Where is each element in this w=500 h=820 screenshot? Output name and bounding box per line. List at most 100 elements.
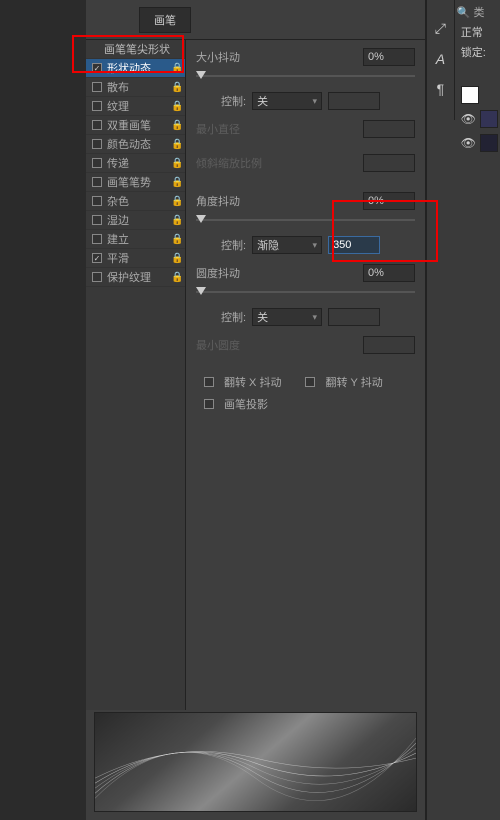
brush-preview bbox=[94, 712, 417, 812]
checkbox-icon[interactable] bbox=[92, 272, 102, 282]
option-label: 颜色动态 bbox=[107, 136, 171, 152]
lock-icon[interactable]: 🔒 bbox=[171, 82, 183, 93]
blend-mode-select[interactable]: 正常 bbox=[457, 24, 498, 40]
layer-thumbnail bbox=[480, 110, 498, 128]
option-noise[interactable]: 杂色 🔒 bbox=[86, 192, 185, 211]
checkbox-icon bbox=[204, 399, 214, 409]
lock-icon[interactable]: 🔒 bbox=[171, 215, 183, 226]
option-label: 杂色 bbox=[107, 193, 171, 209]
option-scatter[interactable]: 散布 🔒 bbox=[86, 78, 185, 97]
layer-thumbnail bbox=[480, 134, 498, 152]
option-wet-edges[interactable]: 湿边 🔒 bbox=[86, 211, 185, 230]
layer-row[interactable]: 👁 bbox=[457, 110, 498, 128]
tilt-scale-field bbox=[363, 154, 415, 172]
min-roundness-field bbox=[363, 336, 415, 354]
round-jitter-slider[interactable] bbox=[196, 284, 415, 298]
checkbox-icon bbox=[305, 377, 315, 387]
lock-icon[interactable]: 🔒 bbox=[171, 272, 183, 283]
layer-row[interactable] bbox=[457, 86, 498, 104]
flip-y-label: 翻转 Y 抖动 bbox=[325, 374, 382, 390]
option-label: 传递 bbox=[107, 155, 171, 171]
checkbox-icon[interactable] bbox=[92, 177, 102, 187]
option-label: 建立 bbox=[107, 231, 171, 247]
control-label: 控制: bbox=[221, 309, 246, 325]
lock-icon[interactable]: 🔒 bbox=[171, 120, 183, 131]
option-label: 平滑 bbox=[107, 250, 171, 266]
lock-icon[interactable]: 🔒 bbox=[171, 234, 183, 245]
round-jitter-row: 圆度抖动 bbox=[196, 264, 415, 282]
option-buildup[interactable]: 建立 🔒 bbox=[86, 230, 185, 249]
layer-row[interactable]: 👁 bbox=[457, 134, 498, 152]
brush-projection-label: 画笔投影 bbox=[224, 396, 268, 412]
option-brush-pose[interactable]: 画笔笔势 🔒 bbox=[86, 173, 185, 192]
option-label: 纹理 bbox=[107, 98, 171, 114]
brush-tab[interactable]: 画笔 bbox=[139, 7, 191, 33]
option-texture[interactable]: 纹理 🔒 bbox=[86, 97, 185, 116]
min-diameter-field bbox=[363, 120, 415, 138]
text-tool-icon[interactable]: A bbox=[436, 51, 445, 67]
checkbox-icon[interactable] bbox=[92, 101, 102, 111]
checkbox-icon[interactable] bbox=[92, 63, 102, 73]
round-control-row: 控制: 关 bbox=[196, 308, 415, 326]
option-label: 画笔笔势 bbox=[107, 174, 171, 190]
option-protect-texture[interactable]: 保护纹理 🔒 bbox=[86, 268, 185, 287]
angle-jitter-field[interactable] bbox=[363, 192, 415, 210]
angle-control-row: 控制: 渐隐 bbox=[196, 236, 415, 254]
option-label: 形状动态 bbox=[107, 60, 171, 76]
round-control-select[interactable]: 关 bbox=[252, 308, 322, 326]
brush-projection-checkbox[interactable]: 画笔投影 bbox=[204, 396, 268, 412]
checkbox-icon bbox=[204, 377, 214, 387]
eye-icon[interactable]: 👁 bbox=[461, 136, 476, 150]
checkbox-icon[interactable] bbox=[92, 158, 102, 168]
round-control-field bbox=[328, 308, 380, 326]
option-shape-dynamics[interactable]: 形状动态 🔒 bbox=[86, 59, 185, 78]
round-jitter-field[interactable] bbox=[363, 264, 415, 282]
shape-dynamics-settings: 大小抖动 控制: 关 最小直径 倾斜缩放比例 角度抖动 bbox=[186, 40, 425, 710]
lock-icon[interactable]: 🔒 bbox=[171, 196, 183, 207]
option-tip-shape[interactable]: 画笔笔尖形状 bbox=[86, 40, 185, 59]
tilt-scale-label: 倾斜缩放比例 bbox=[196, 155, 363, 171]
option-label: 双重画笔 bbox=[107, 117, 171, 133]
search-icon[interactable]: 🔍 bbox=[457, 6, 471, 19]
lock-icon[interactable]: 🔒 bbox=[171, 177, 183, 188]
option-transfer[interactable]: 传递 🔒 bbox=[86, 154, 185, 173]
checkbox-icon[interactable] bbox=[92, 82, 102, 92]
round-jitter-label: 圆度抖动 bbox=[196, 265, 363, 281]
checkbox-icon[interactable] bbox=[92, 120, 102, 130]
lock-icon[interactable]: 🔒 bbox=[171, 101, 183, 112]
brush-settings-panel: 画笔 画笔笔尖形状 形状动态 🔒 散布 🔒 纹理 🔒 bbox=[86, 0, 426, 820]
eye-icon[interactable]: 👁 bbox=[461, 112, 476, 126]
right-dock: ⤢ A ¶ 🔍 类 正常 锁定: 👁 👁 bbox=[426, 0, 500, 820]
min-diameter-label: 最小直径 bbox=[196, 121, 363, 137]
size-jitter-slider[interactable] bbox=[196, 68, 415, 82]
checkbox-icon[interactable] bbox=[92, 215, 102, 225]
lock-icon[interactable]: 🔒 bbox=[171, 139, 183, 150]
checkbox-icon[interactable] bbox=[92, 196, 102, 206]
paragraph-icon[interactable]: ¶ bbox=[437, 81, 445, 97]
layer-search-row: 🔍 类 bbox=[457, 4, 498, 20]
lock-icon[interactable]: 🔒 bbox=[171, 63, 183, 74]
canvas-background bbox=[0, 0, 86, 820]
checkbox-icon[interactable] bbox=[92, 139, 102, 149]
lock-icon[interactable]: 🔒 bbox=[171, 158, 183, 169]
checkbox-icon[interactable] bbox=[92, 253, 102, 263]
size-control-row: 控制: 关 bbox=[196, 92, 415, 110]
option-dual-brush[interactable]: 双重画笔 🔒 bbox=[86, 116, 185, 135]
min-roundness-label: 最小圆度 bbox=[196, 337, 363, 353]
option-color-dynamics[interactable]: 颜色动态 🔒 bbox=[86, 135, 185, 154]
size-jitter-field[interactable] bbox=[363, 48, 415, 66]
flip-x-checkbox[interactable]: 翻转 X 抖动 bbox=[204, 374, 281, 390]
angle-jitter-slider[interactable] bbox=[196, 212, 415, 226]
control-label: 控制: bbox=[221, 93, 246, 109]
layers-panel: 🔍 类 正常 锁定: 👁 👁 bbox=[454, 0, 500, 120]
flip-y-checkbox[interactable]: 翻转 Y 抖动 bbox=[305, 374, 382, 390]
min-roundness-row: 最小圆度 bbox=[196, 336, 415, 354]
angle-control-field[interactable] bbox=[328, 236, 380, 254]
tilt-scale-row: 倾斜缩放比例 bbox=[196, 154, 415, 172]
size-control-select[interactable]: 关 bbox=[252, 92, 322, 110]
dropper-icon[interactable]: ⤢ bbox=[435, 20, 446, 37]
lock-icon[interactable]: 🔒 bbox=[171, 253, 183, 264]
option-smoothing[interactable]: 平滑 🔒 bbox=[86, 249, 185, 268]
angle-control-select[interactable]: 渐隐 bbox=[252, 236, 322, 254]
checkbox-icon[interactable] bbox=[92, 234, 102, 244]
